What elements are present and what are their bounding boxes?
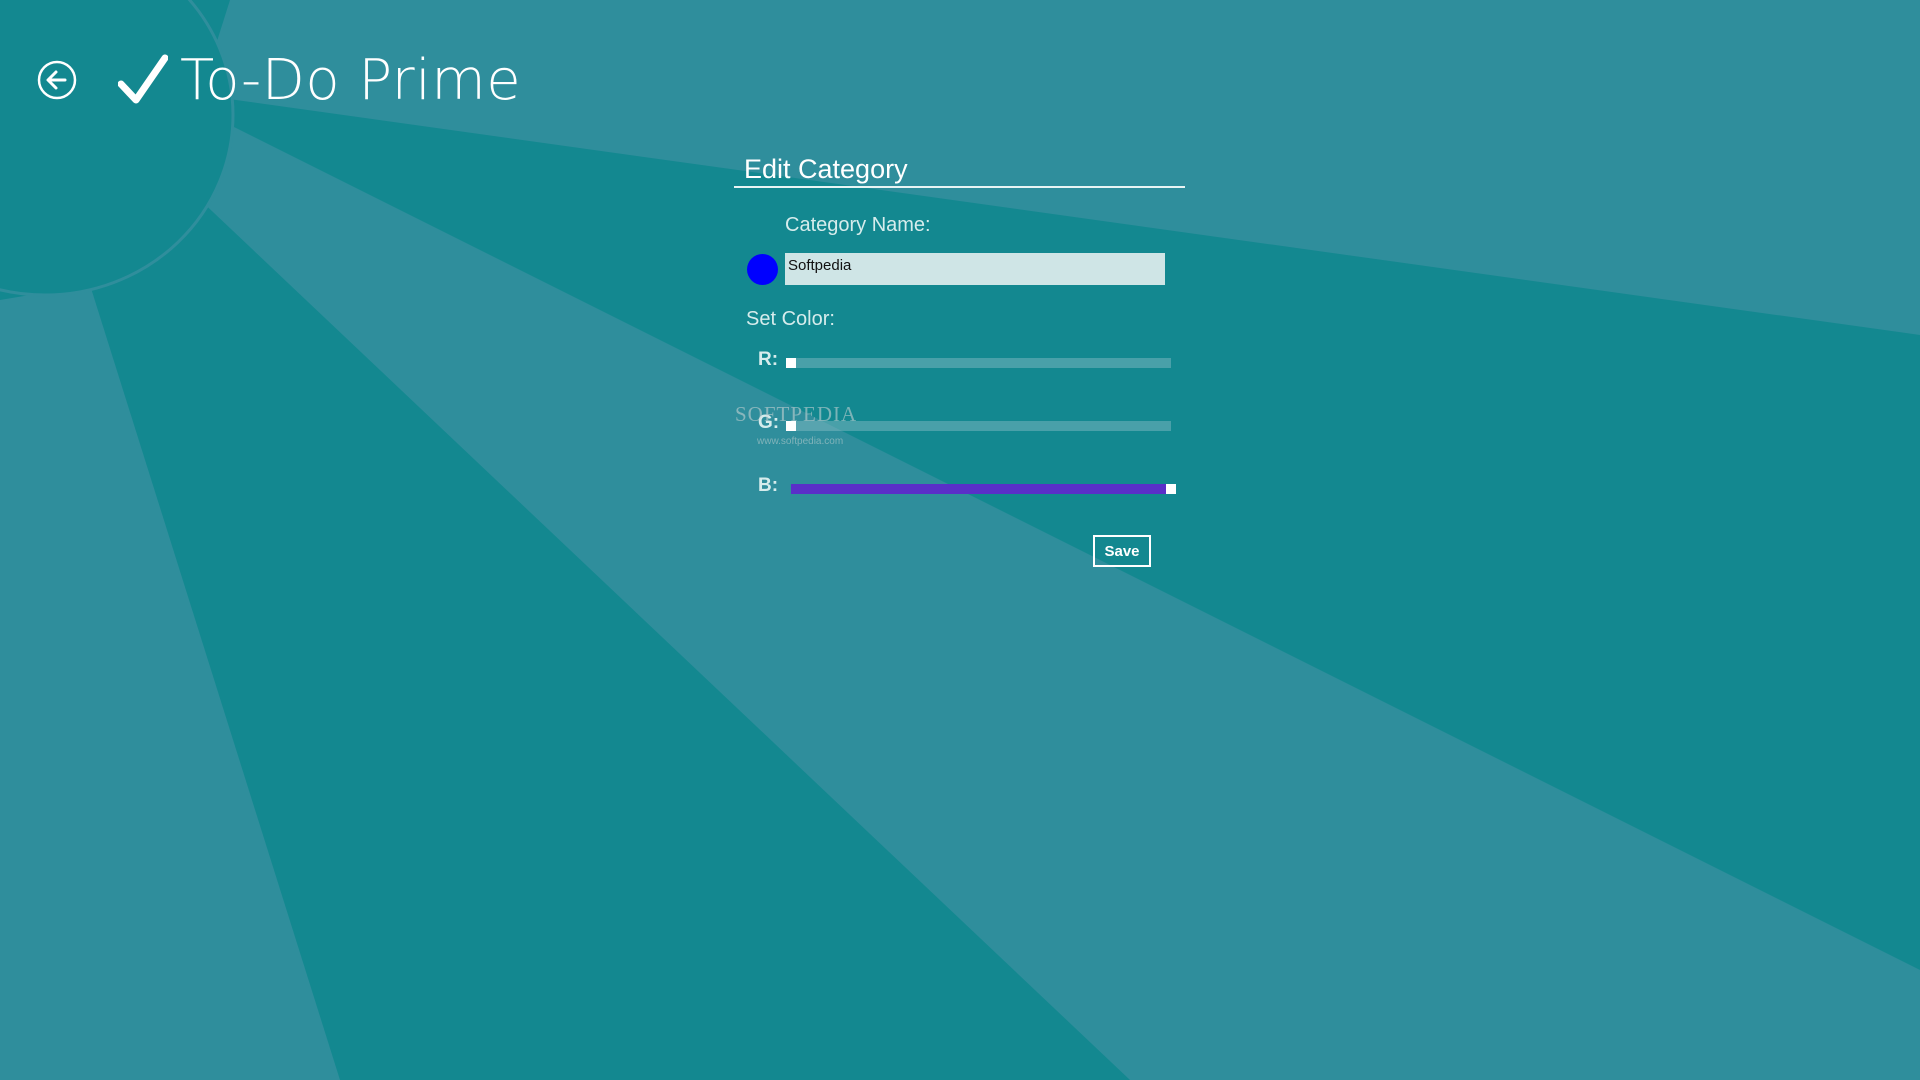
back-button[interactable] bbox=[37, 60, 77, 100]
blue-slider-label: B: bbox=[758, 475, 779, 496]
blue-slider-row: B: bbox=[734, 473, 1186, 503]
red-slider-thumb[interactable] bbox=[786, 358, 796, 368]
edit-category-panel: Edit Category Category Name: Set Color: … bbox=[734, 150, 1186, 570]
back-arrow-circle-icon bbox=[37, 60, 77, 100]
app-title: To-Do Prime bbox=[180, 47, 522, 113]
blue-slider-fill bbox=[791, 484, 1171, 494]
save-button[interactable]: Save bbox=[1093, 535, 1151, 567]
blue-slider-thumb[interactable] bbox=[1166, 484, 1176, 494]
title-divider bbox=[734, 186, 1185, 188]
app-header: To-Do Prime bbox=[118, 45, 521, 115]
panel-title: Edit Category bbox=[744, 154, 908, 184]
category-name-input[interactable] bbox=[785, 253, 1165, 285]
red-slider[interactable] bbox=[786, 358, 1171, 368]
red-slider-label: R: bbox=[758, 349, 779, 370]
category-name-label: Category Name: bbox=[785, 214, 931, 236]
blue-slider[interactable] bbox=[791, 484, 1176, 494]
softpedia-watermark-url: www.softpedia.com bbox=[757, 436, 844, 447]
softpedia-watermark: SOFTPEDIA bbox=[735, 402, 858, 426]
color-preview-swatch bbox=[747, 254, 778, 285]
checkmark-icon bbox=[118, 54, 168, 104]
red-slider-row: R: bbox=[734, 347, 1186, 377]
set-color-label: Set Color: bbox=[746, 308, 835, 330]
